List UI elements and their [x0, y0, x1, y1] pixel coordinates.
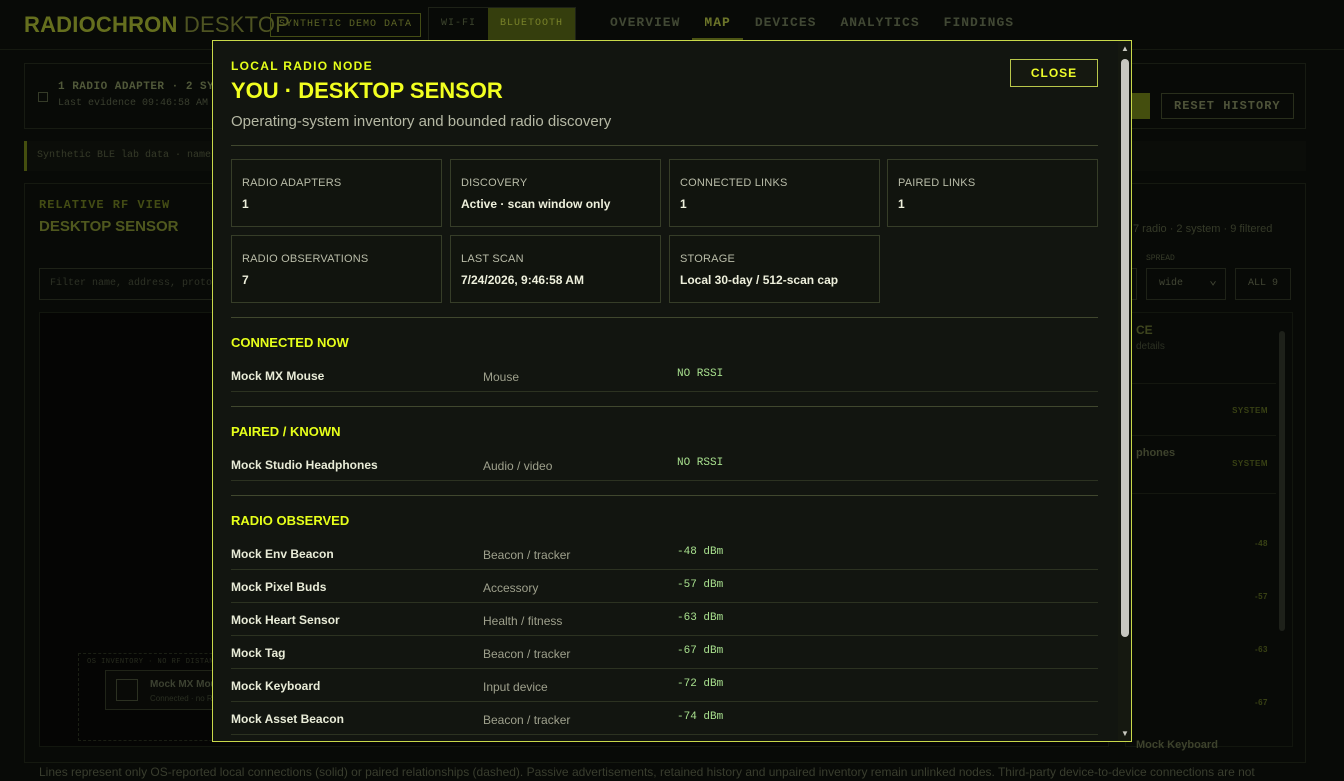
- device-name: Mock MX Mouse: [231, 369, 325, 383]
- stat-value: 7: [242, 273, 249, 287]
- device-kind: Beacon / tracker: [483, 548, 571, 562]
- scroll-up-icon[interactable]: ▲: [1121, 44, 1129, 53]
- device-kind: Health / fitness: [483, 614, 563, 628]
- device-name: Mock Studio Headphones: [231, 458, 378, 472]
- device-row[interactable]: Mock Heart Sensor Health / fitness -63 d…: [231, 603, 1098, 636]
- device-name: Mock Tag: [231, 646, 286, 660]
- device-name: Mock Keyboard: [231, 679, 321, 693]
- dialog-kicker: LOCAL RADIO NODE: [231, 59, 373, 73]
- stat-storage: STORAGE Local 30-day / 512-scan cap: [669, 235, 880, 303]
- stat-label: STORAGE: [680, 253, 735, 265]
- device-kind: Beacon / tracker: [483, 713, 571, 727]
- device-signal: -57 dBm: [677, 579, 724, 591]
- device-signal: NO RSSI: [677, 457, 724, 469]
- device-row[interactable]: Mock Env Beacon Beacon / tracker -48 dBm: [231, 537, 1098, 570]
- close-button[interactable]: CLOSE: [1010, 59, 1098, 87]
- stat-radio-adapters: RADIO ADAPTERS 1: [231, 159, 442, 227]
- stat-label: RADIO ADAPTERS: [242, 177, 342, 189]
- stat-label: LAST SCAN: [461, 253, 524, 265]
- scroll-down-icon[interactable]: ▼: [1121, 729, 1129, 738]
- local-radio-node-dialog: LOCAL RADIO NODE YOU · DESKTOP SENSOR Op…: [212, 40, 1132, 742]
- dialog-subtitle: Operating-system inventory and bounded r…: [231, 113, 612, 130]
- device-signal: -63 dBm: [677, 612, 724, 624]
- stat-paired-links: PAIRED LINKS 1: [887, 159, 1098, 227]
- device-kind: Input device: [483, 680, 548, 694]
- device-name: Mock Env Beacon: [231, 547, 334, 561]
- device-name: Mock Asset Beacon: [231, 712, 344, 726]
- stat-connected-links: CONNECTED LINKS 1: [669, 159, 880, 227]
- device-row[interactable]: Mock Studio Headphones Audio / video NO …: [231, 448, 1098, 481]
- device-kind: Audio / video: [483, 459, 553, 473]
- device-signal: -48 dBm: [677, 546, 724, 558]
- device-name: Mock Heart Sensor: [231, 613, 340, 627]
- divider: [231, 406, 1098, 407]
- device-signal: -67 dBm: [677, 645, 724, 657]
- divider: [231, 495, 1098, 496]
- stat-radio-observations: RADIO OBSERVATIONS 7: [231, 235, 442, 303]
- stat-discovery: DISCOVERY Active · scan window only: [450, 159, 661, 227]
- device-kind: Accessory: [483, 581, 539, 595]
- device-row[interactable]: Mock Pixel Buds Accessory -57 dBm: [231, 570, 1098, 603]
- stat-label: CONNECTED LINKS: [680, 177, 788, 189]
- divider: [231, 145, 1098, 146]
- device-signal: -74 dBm: [677, 711, 724, 723]
- dialog-scrollbar[interactable]: ▲ ▼: [1118, 41, 1131, 741]
- scroll-thumb[interactable]: [1121, 59, 1129, 637]
- stat-label: RADIO OBSERVATIONS: [242, 253, 369, 265]
- stat-value: Active · scan window only: [461, 197, 611, 211]
- stat-label: PAIRED LINKS: [898, 177, 976, 189]
- device-signal: -72 dBm: [677, 678, 724, 690]
- device-row[interactable]: Mock MX Mouse Mouse NO RSSI: [231, 359, 1098, 392]
- device-signal: NO RSSI: [677, 368, 724, 380]
- section-paired-title: PAIRED / KNOWN: [231, 424, 341, 439]
- stat-value: 1: [242, 197, 249, 211]
- device-row[interactable]: Mock Asset Beacon Beacon / tracker -74 d…: [231, 702, 1098, 735]
- device-row[interactable]: Mock Keyboard Input device -72 dBm: [231, 669, 1098, 702]
- stat-value: Local 30-day / 512-scan cap: [680, 273, 839, 287]
- stat-value: 7/24/2026, 9:46:58 AM: [461, 273, 584, 287]
- divider: [231, 317, 1098, 318]
- device-name: Mock Pixel Buds: [231, 580, 327, 594]
- section-connected-title: CONNECTED NOW: [231, 335, 349, 350]
- section-observed-title: RADIO OBSERVED: [231, 513, 350, 528]
- stat-last-scan: LAST SCAN 7/24/2026, 9:46:58 AM: [450, 235, 661, 303]
- stat-value: 1: [898, 197, 905, 211]
- stat-value: 1: [680, 197, 687, 211]
- device-kind: Beacon / tracker: [483, 647, 571, 661]
- stat-label: DISCOVERY: [461, 177, 528, 189]
- dialog-title: YOU · DESKTOP SENSOR: [231, 78, 503, 103]
- device-row[interactable]: Mock Tag Beacon / tracker -67 dBm: [231, 636, 1098, 669]
- device-kind: Mouse: [483, 370, 520, 384]
